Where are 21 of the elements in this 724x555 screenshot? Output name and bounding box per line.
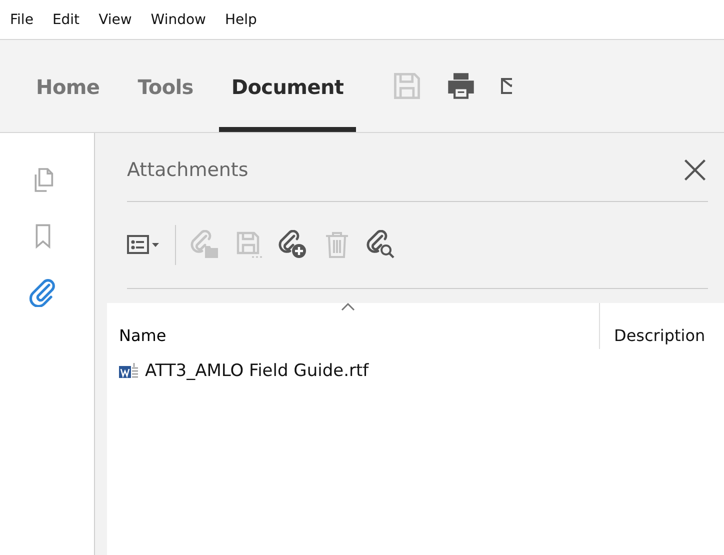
paperclip-add-icon[interactable]	[278, 230, 308, 260]
word-document-icon	[119, 362, 139, 380]
menu-item[interactable]: View	[98, 12, 132, 28]
column-header[interactable]: Name	[107, 303, 599, 349]
tab[interactable]: Home	[24, 40, 112, 132]
view-options-icon[interactable]	[127, 234, 161, 256]
bookmark-icon[interactable]	[34, 223, 52, 249]
sort-ascending-icon	[341, 303, 355, 311]
column-header[interactable]: Description	[599, 303, 724, 349]
paperclip-icon[interactable]	[29, 279, 57, 307]
close-icon[interactable]	[682, 157, 708, 183]
paperclip-search-icon[interactable]	[366, 230, 396, 260]
file-name[interactable]: ATT3_AMLO Field Guide.rtf	[145, 361, 369, 381]
panel-title: Attachments	[127, 159, 248, 181]
print-icon[interactable]	[446, 71, 476, 101]
menu-item[interactable]: File	[10, 12, 34, 28]
menu-item[interactable]: Window	[150, 12, 206, 28]
menu-item[interactable]: Edit	[52, 12, 80, 28]
menu-item[interactable]: Help	[225, 12, 257, 28]
tab[interactable]: Tools	[126, 40, 206, 132]
pages-icon[interactable]	[32, 167, 54, 193]
